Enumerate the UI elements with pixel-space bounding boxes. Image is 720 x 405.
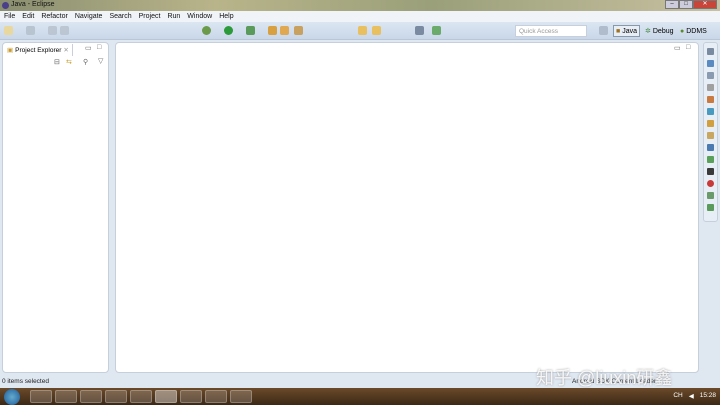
logcat-icon[interactable]: [707, 156, 714, 163]
window-title: Java - Eclipse: [11, 1, 55, 8]
system-tray: CH ◀ 15:28: [673, 392, 716, 400]
open-folder-icon[interactable]: [280, 26, 289, 35]
title-bar: Java - Eclipse – □ ✕: [0, 0, 720, 11]
taskbar-app-eclipse[interactable]: [155, 390, 177, 403]
open-perspective-icon[interactable]: [599, 26, 608, 35]
search-view-icon[interactable]: [707, 132, 714, 139]
emulator-icon[interactable]: [707, 168, 714, 175]
taskbar-app[interactable]: [205, 390, 227, 403]
save-icon[interactable]: [48, 26, 57, 35]
minimize-editor-icon[interactable]: ▭: [674, 44, 681, 52]
view-menu-icon[interactable]: ▽: [98, 57, 103, 65]
perspective-java[interactable]: ■ Java: [613, 25, 641, 37]
run-icon[interactable]: [224, 26, 233, 35]
language-indicator[interactable]: CH: [673, 392, 682, 400]
right-trim-stack: [703, 42, 718, 222]
close-tab-icon[interactable]: ✕: [63, 46, 68, 54]
minimize-button[interactable]: –: [665, 0, 679, 9]
eclipse-icon: [2, 2, 9, 9]
menu-run[interactable]: Run: [167, 13, 180, 20]
search-icon[interactable]: [294, 26, 303, 35]
tab-label: Project Explorer: [15, 46, 62, 54]
progress-icon[interactable]: [707, 120, 714, 127]
debug-icon[interactable]: [202, 26, 211, 35]
forward-icon[interactable]: [372, 26, 381, 35]
open-type-icon[interactable]: [26, 26, 35, 35]
taskbar-app[interactable]: [130, 390, 152, 403]
back-icon[interactable]: [358, 26, 367, 35]
maximize-button[interactable]: □: [679, 0, 693, 9]
save-all-icon[interactable]: [60, 26, 69, 35]
outline-icon[interactable]: [707, 48, 714, 55]
heap-icon[interactable]: [707, 204, 714, 211]
watermark: 知乎 @liuxin研鑫: [536, 368, 673, 388]
declaration-icon[interactable]: [707, 96, 714, 103]
menu-bar: File Edit Refactor Navigate Search Proje…: [0, 11, 720, 22]
maximize-view-icon[interactable]: □: [97, 44, 101, 51]
taskbar-app[interactable]: [230, 390, 252, 403]
taskbar-app[interactable]: [105, 390, 127, 403]
editor-area[interactable]: ▭ □: [115, 42, 699, 373]
perspective-label: Java: [622, 27, 638, 35]
menu-project[interactable]: Project: [139, 13, 161, 20]
close-button[interactable]: ✕: [693, 0, 717, 9]
tab-project-explorer[interactable]: ▣ Project Explorer ✕: [4, 44, 73, 56]
filter-icon[interactable]: ⚲: [83, 58, 88, 66]
run-external-icon[interactable]: [246, 26, 255, 35]
folder-icon: ▣: [7, 47, 14, 54]
perspective-label: DDMS: [686, 27, 707, 35]
taskbar-app[interactable]: [80, 390, 102, 403]
taskbar-app[interactable]: [180, 390, 202, 403]
quick-access-input[interactable]: Quick Access: [515, 25, 587, 37]
devices-icon[interactable]: [707, 144, 714, 151]
clock[interactable]: 15:28: [700, 392, 716, 400]
toolbar: Quick Access ■ Java ✲ Debug ● DDMS: [0, 22, 720, 40]
threads-icon[interactable]: [707, 192, 714, 199]
taskbar-app[interactable]: [55, 390, 77, 403]
menu-refactor[interactable]: Refactor: [41, 13, 67, 20]
volume-icon[interactable]: ◀: [689, 392, 694, 400]
perspective-ddms[interactable]: ● DDMS: [680, 25, 707, 37]
new-icon[interactable]: [4, 26, 13, 35]
start-button[interactable]: [4, 389, 20, 405]
project-explorer-panel: ▣ Project Explorer ✕ ▭ □ ⊟ ⇆ ⚲ ▽: [2, 42, 109, 373]
status-left: 0 items selected: [2, 378, 49, 385]
console-icon[interactable]: [707, 108, 714, 115]
maximize-editor-icon[interactable]: □: [686, 44, 690, 51]
pin-icon[interactable]: [415, 26, 424, 35]
menu-search[interactable]: Search: [109, 13, 131, 20]
new-project-icon[interactable]: [268, 26, 277, 35]
perspective-debug[interactable]: ✲ Debug: [645, 25, 674, 37]
minimize-view-icon[interactable]: ▭: [85, 44, 92, 52]
menu-window[interactable]: Window: [187, 13, 212, 20]
error-log-icon[interactable]: [707, 180, 714, 187]
menu-edit[interactable]: Edit: [22, 13, 34, 20]
taskbar: CH ◀ 15:28: [0, 388, 720, 405]
taskbar-app[interactable]: [30, 390, 52, 403]
perspective-label: Debug: [652, 27, 674, 35]
collapse-all-icon[interactable]: ⊟: [54, 58, 60, 66]
problems-icon[interactable]: [707, 72, 714, 79]
menu-help[interactable]: Help: [219, 13, 233, 20]
task-icon[interactable]: [432, 26, 441, 35]
javadoc-icon[interactable]: [707, 84, 714, 91]
menu-file[interactable]: File: [4, 13, 15, 20]
menu-navigate[interactable]: Navigate: [75, 13, 103, 20]
task-list-icon[interactable]: [707, 60, 714, 67]
link-editor-icon[interactable]: ⇆: [66, 58, 72, 66]
